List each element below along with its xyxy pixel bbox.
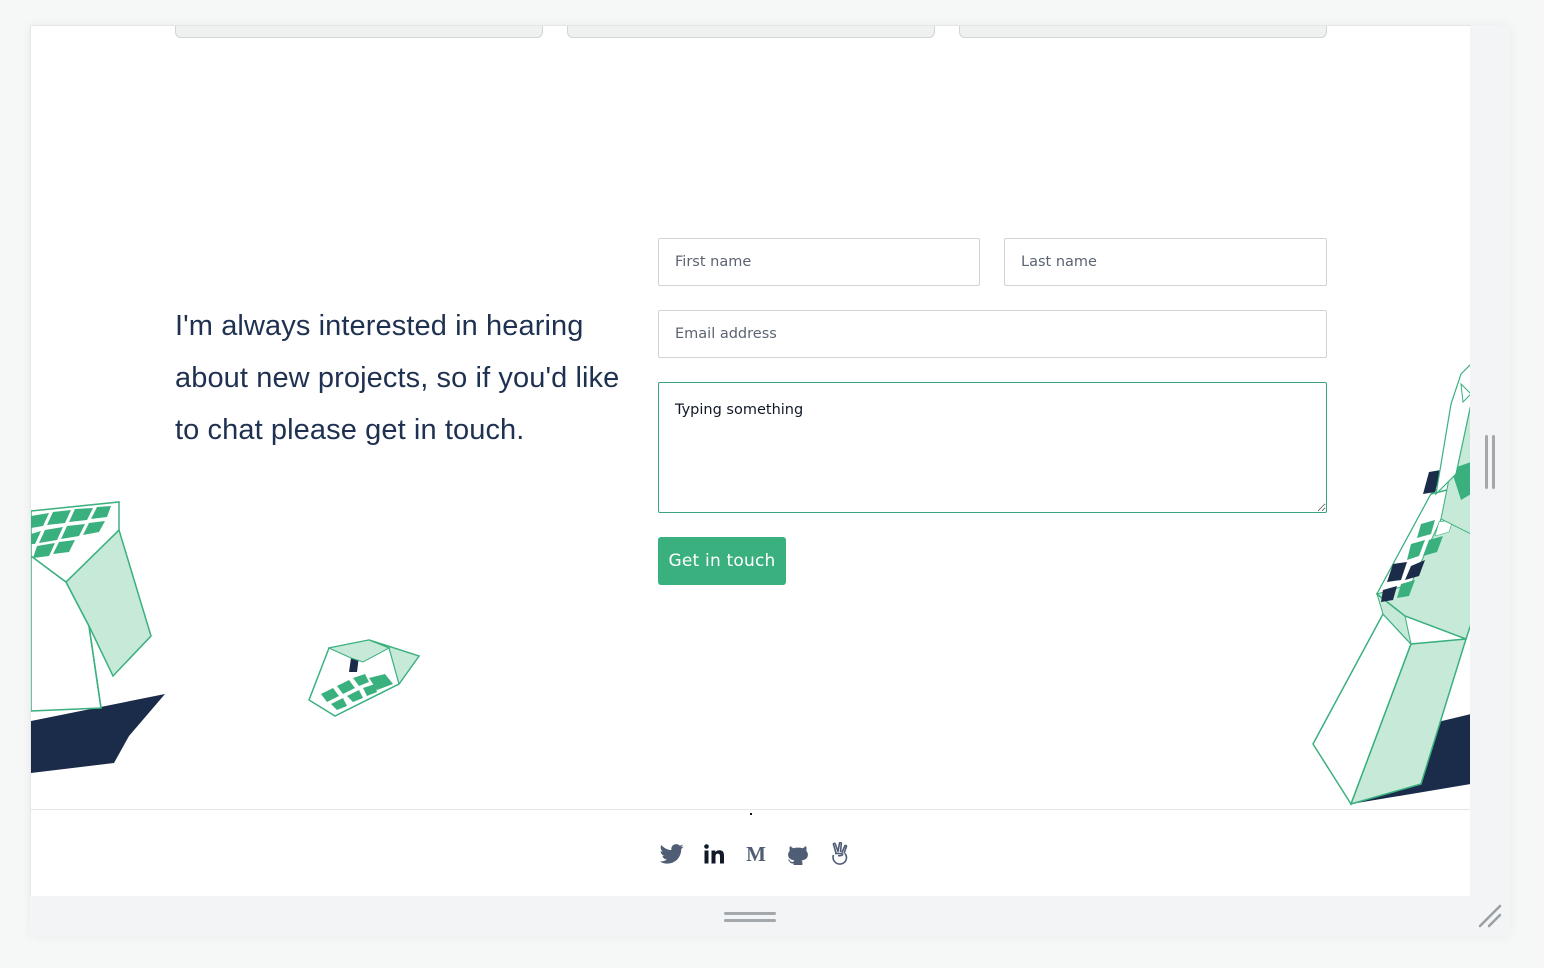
github-icon[interactable] xyxy=(785,841,811,867)
twitter-icon[interactable] xyxy=(659,841,685,867)
svg-text:M: M xyxy=(746,844,766,864)
vertical-resize-handle[interactable] xyxy=(1484,435,1496,489)
get-in-touch-button[interactable]: Get in touch xyxy=(658,537,786,585)
project-card[interactable] xyxy=(175,26,543,38)
project-card[interactable] xyxy=(567,26,935,38)
linkedin-icon[interactable] xyxy=(701,841,727,867)
page-viewport: I'm always interested in hearing about n… xyxy=(30,25,1470,896)
email-input[interactable] xyxy=(658,310,1327,358)
gem-illustration-left xyxy=(31,501,165,773)
social-links: M xyxy=(659,841,853,867)
last-name-input[interactable] xyxy=(1004,238,1327,286)
first-name-input[interactable] xyxy=(658,238,980,286)
corner-resize-icon[interactable] xyxy=(1477,903,1503,929)
message-textarea[interactable]: Typing something xyxy=(658,382,1327,513)
gem-illustration-right xyxy=(1312,364,1470,806)
horizontal-resize-handle[interactable] xyxy=(724,911,776,923)
gem-illustration-small xyxy=(308,639,421,717)
project-card[interactable] xyxy=(959,26,1327,38)
preview-frame: I'm always interested in hearing about n… xyxy=(30,25,1510,936)
contact-intro-text: I'm always interested in hearing about n… xyxy=(175,310,620,446)
medium-icon[interactable]: M xyxy=(743,841,769,867)
footer-dot xyxy=(750,813,752,815)
footer-divider xyxy=(31,809,1470,810)
angellist-icon[interactable] xyxy=(827,841,853,867)
